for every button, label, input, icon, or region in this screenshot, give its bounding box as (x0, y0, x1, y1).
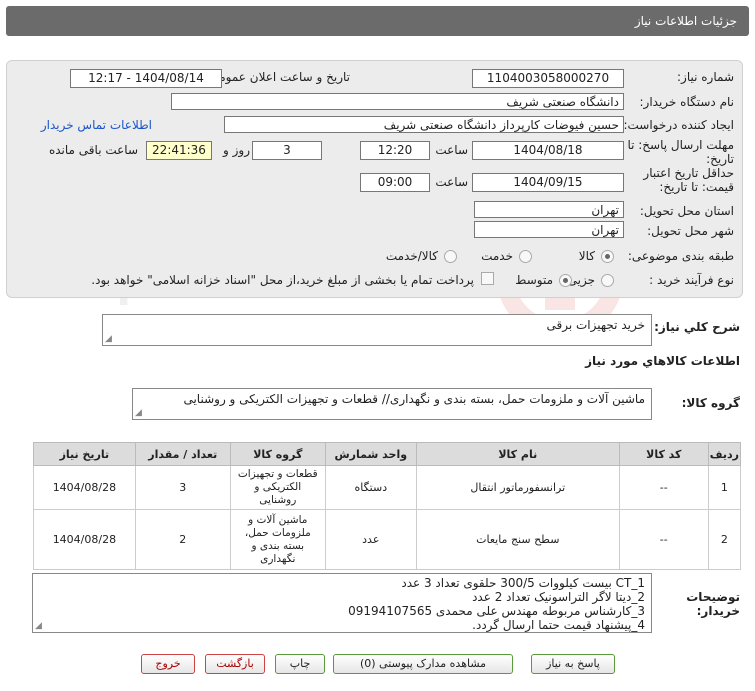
validity-time-field: 09:00 (360, 173, 430, 192)
remaining-label: ساعت باقی مانده (48, 143, 138, 157)
back-button[interactable]: بازگشت (205, 654, 265, 674)
col-index: ردیف (707, 442, 742, 466)
days-field: 3 (252, 141, 322, 160)
note-line: 4_پیشنهاد قیمت حتما ارسال گردد. (472, 618, 645, 632)
summary-label: شرح کلي نیاز: (654, 320, 740, 334)
reply-time-label: ساعت (435, 143, 468, 157)
note-line: 3_کارشناس مربوطه مهندس علی محمدی 0919410… (348, 604, 645, 618)
info-panel: شماره نیاز: 1104003058000270 تاریخ و ساع… (6, 60, 743, 298)
summary-textarea[interactable]: خرید تجهیزات برقی ◢ (102, 314, 652, 346)
buyer-org-field: دانشگاه صنعتی شریف (171, 93, 624, 110)
cell-date: 1404/08/28 (33, 509, 136, 570)
treasury-payment-checkbox[interactable] (481, 272, 494, 285)
summary-text: خرید تجهیزات برقی (546, 318, 646, 332)
category-both-radio[interactable] (444, 250, 457, 263)
print-button[interactable]: چاپ (275, 654, 325, 674)
note-line: 1_CT بیست کیلووات 300/5 حلقوی تعداد 3 عد… (401, 576, 645, 590)
buyer-notes-textarea[interactable]: 1_CT بیست کیلووات 300/5 حلقوی تعداد 3 عد… (32, 573, 652, 633)
city-label: شهر محل تحویل: (647, 224, 734, 238)
cell-date: 1404/08/28 (33, 465, 136, 510)
cell-index: 2 (707, 509, 742, 570)
cell-name: ترانسفورماتور انتقال (415, 465, 620, 510)
announce-label: تاریخ و ساعت اعلان عمومی: (205, 70, 350, 84)
payment-note: پرداخت تمام یا بخشی از مبلغ خرید،از محل … (91, 273, 474, 287)
contact-buyer-link[interactable]: اطلاعات تماس خریدار (41, 118, 152, 132)
province-field: تهران (474, 201, 624, 218)
remaining-time-field: 22:41:36 (146, 141, 212, 160)
purchase-minor-radio[interactable] (601, 274, 614, 287)
min-validity-label: حداقل تاریخ اعتبار (643, 166, 734, 180)
exit-button[interactable]: خروج (141, 654, 195, 674)
category-service-radio[interactable] (519, 250, 532, 263)
col-date: تاریخ نیاز (33, 442, 136, 466)
col-group: گروه کالا (229, 442, 326, 466)
col-unit: واحد شمارش (324, 442, 417, 466)
resize-grip-icon[interactable]: ◢ (135, 408, 142, 418)
col-code: کد کالا (618, 442, 709, 466)
cell-unit: دستگاه (324, 465, 417, 510)
validity-date-field: 1404/09/15 (472, 173, 624, 192)
need-number-field: 1104003058000270 (472, 69, 624, 88)
need-number-label: شماره نیاز: (677, 70, 734, 84)
reply-time-field: 12:20 (360, 141, 430, 160)
category-goods-radio[interactable] (601, 250, 614, 263)
creator-field: حسین فیوضات کارپرداز دانشگاه صنعتی شریف (224, 116, 624, 133)
cell-group: قطعات و تجهیزات الکتریکی و روشنایی (229, 465, 326, 510)
col-name: نام کالا (415, 442, 620, 466)
reply-date-field: 1404/08/18 (472, 141, 624, 160)
reply-button[interactable]: پاسخ به نیاز (531, 654, 615, 674)
goods-info-title: اطلاعات کالاهاي مورد نياز (585, 354, 740, 368)
validity-time-label: ساعت (435, 175, 468, 189)
category-label: طبقه بندی موضوعی: (627, 249, 734, 263)
category-both-label: کالا/خدمت (385, 249, 438, 263)
buyer-notes-label2: خریدار: (696, 604, 740, 618)
category-service-label: خدمت (481, 249, 513, 263)
table-row[interactable]: 2 -- سطح سنج مایعات عدد ماشین آلات و ملز… (33, 509, 742, 570)
cell-code: -- (618, 509, 709, 570)
table-row[interactable]: 1 -- ترانسفورماتور انتقال دستگاه قطعات و… (33, 465, 742, 510)
purchase-medium-radio[interactable] (559, 274, 572, 287)
buyer-notes-label: توضیحات (686, 590, 740, 604)
resize-grip-icon[interactable]: ◢ (35, 621, 42, 631)
city-field: تهران (474, 221, 624, 238)
col-qty: تعداد / مقدار (134, 442, 231, 466)
reply-deadline-label: مهلت ارسال پاسخ: تا (627, 138, 734, 152)
cell-qty: 3 (134, 465, 231, 510)
province-label: استان محل تحویل: (639, 204, 734, 218)
min-validity-label2: قیمت: تا تاریخ: (659, 180, 734, 194)
table-header-row: ردیف کد کالا نام کالا واحد شمارش گروه کا… (33, 442, 742, 466)
resize-grip-icon[interactable]: ◢ (105, 334, 112, 344)
page-title: جزئیات اطلاعات نیاز (634, 14, 737, 28)
goods-group-textarea[interactable]: ماشین آلات و ملزومات حمل، بسته بندی و نگ… (132, 388, 652, 420)
creator-label: ایجاد کننده درخواست: (623, 118, 734, 132)
cell-name: سطح سنج مایعات (415, 509, 620, 570)
cell-index: 1 (707, 465, 742, 510)
days-label: روز و (223, 143, 250, 157)
goods-group-label: گروه کالا: (681, 396, 740, 410)
page-header: جزئیات اطلاعات نیاز (6, 6, 749, 36)
category-goods-label: کالا (578, 249, 595, 263)
cell-qty: 2 (134, 509, 231, 570)
cell-group: ماشین آلات و ملزومات حمل، بسته بندی و نگ… (229, 509, 326, 570)
cell-code: -- (618, 465, 709, 510)
goods-group-text: ماشین آلات و ملزومات حمل، بسته بندی و نگ… (183, 392, 645, 406)
cell-unit: عدد (324, 509, 417, 570)
purchase-type-label: نوع فرآیند خرید : (649, 273, 734, 287)
purchase-medium-label: متوسط (515, 273, 553, 287)
note-line: 2_دیتا لاگر التراسونیک تعداد 2 عدد (472, 590, 645, 604)
goods-table: ردیف کد کالا نام کالا واحد شمارش گروه کا… (33, 442, 742, 570)
reply-deadline-label2: تاریخ: (706, 152, 734, 166)
buyer-org-label: نام دستگاه خریدار: (639, 95, 735, 109)
announce-field: 1404/08/14 - 12:17 (70, 69, 222, 88)
view-docs-button[interactable]: مشاهده مدارک پیوستی (0) (333, 654, 513, 674)
